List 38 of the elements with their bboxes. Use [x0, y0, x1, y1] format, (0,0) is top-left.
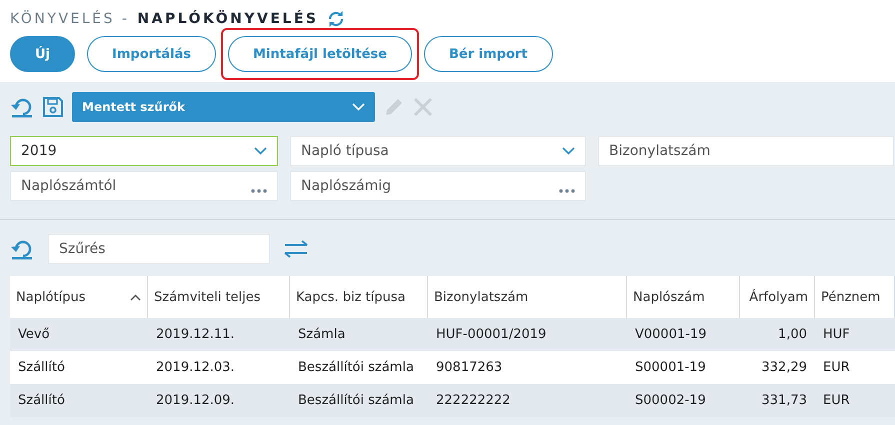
table-cell: 331,73	[740, 384, 815, 417]
more-icon[interactable]	[559, 189, 575, 193]
chevron-down-icon	[352, 103, 365, 111]
table-cell: HUF-00001/2019	[428, 318, 627, 351]
sort-ascending-icon[interactable]	[130, 294, 141, 300]
reset-icon[interactable]	[10, 238, 34, 260]
action-button[interactable]: Bér import	[424, 36, 552, 72]
table-cell: Számla	[290, 318, 428, 351]
table-cell: V00001-19	[627, 318, 740, 351]
select-field[interactable]: 2019	[10, 136, 278, 166]
more-icon[interactable]	[251, 189, 267, 193]
table-cell: 222222222	[428, 384, 627, 417]
lookup-field[interactable]: Naplószámig	[290, 171, 586, 201]
table-cell: Szállító	[10, 384, 148, 417]
table-cell: S00002-19	[627, 384, 740, 417]
save-icon[interactable]	[42, 96, 64, 118]
swap-icon[interactable]	[284, 240, 310, 258]
lookup-field[interactable]: Naplószámtól	[10, 171, 278, 201]
refresh-icon[interactable]	[326, 10, 344, 28]
table-cell: Beszállítói számla	[290, 384, 428, 417]
table-cell: EUR	[815, 384, 895, 417]
reset-icon[interactable]	[10, 96, 34, 118]
table-cell: 1,00	[740, 318, 815, 351]
action-button[interactable]: Importálás	[87, 36, 216, 72]
saved-filters-select[interactable]: Mentett szűrők	[72, 92, 375, 122]
action-button[interactable]: Mintafájl letöltése	[228, 36, 412, 72]
breadcrumb-section[interactable]: KÖNYVELÉS -	[10, 11, 130, 27]
chevron-down-icon	[562, 147, 575, 155]
table-cell: Vevő	[10, 318, 148, 351]
chevron-down-icon	[254, 147, 267, 155]
page-title: NAPLÓKÖNYVELÉS	[137, 11, 318, 27]
input-field[interactable]: Bizonylatszám	[598, 136, 894, 166]
search-field[interactable]: Szűrés	[48, 234, 270, 264]
table-cell: 2019.12.09.	[148, 384, 290, 417]
table-cell: HUF	[815, 318, 895, 351]
table-cell: 2019.12.11.	[148, 318, 290, 351]
action-button[interactable]: Új	[10, 36, 76, 72]
select-field[interactable]: Napló típusa	[290, 136, 586, 166]
